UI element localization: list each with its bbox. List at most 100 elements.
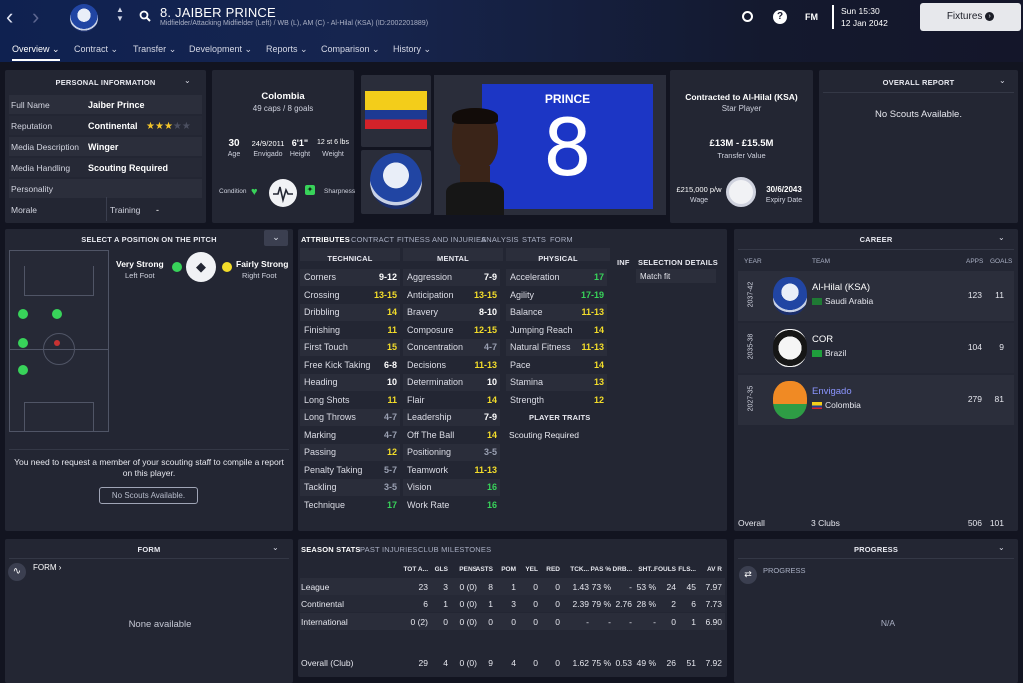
no-scouts-button[interactable]: No Scouts Available. xyxy=(99,487,198,504)
career-team[interactable]: COR xyxy=(812,334,833,345)
tab-development[interactable]: Development ⌄ xyxy=(189,44,252,55)
attribute-tab-analysis[interactable]: ANALYSIS xyxy=(481,235,519,244)
help-icon[interactable]: ? xyxy=(773,10,787,24)
attribute-name: Flair xyxy=(407,394,425,405)
contract-dial-icon[interactable] xyxy=(726,177,756,207)
season-row-name: League xyxy=(301,582,330,592)
chevron-right-icon: › xyxy=(985,11,995,21)
career-overall-goals: 101 xyxy=(989,518,1004,528)
chevron-down-icon[interactable]: ⌄ xyxy=(272,543,279,552)
dob-value: 24/9/2011 xyxy=(251,139,285,148)
tab-history[interactable]: History ⌄ xyxy=(393,44,431,55)
career-overall-label: Overall xyxy=(738,518,765,528)
club-badge-icon[interactable] xyxy=(70,4,98,32)
attribute-name: Bravery xyxy=(407,307,439,317)
fitness-pulse-icon[interactable] xyxy=(268,178,298,208)
nation-name: Colombia xyxy=(261,91,305,102)
club-badge-icon xyxy=(773,381,807,419)
form-link[interactable]: FORM › xyxy=(33,563,61,572)
player-switch-icon[interactable]: ▲ ▼ xyxy=(116,5,124,23)
training-label: Training xyxy=(110,205,141,215)
transfer-value: £13M - £15.5M xyxy=(709,138,774,149)
attribute-value: 5-7 xyxy=(383,464,397,475)
attribute-value: 7-9 xyxy=(483,272,497,282)
fm-menu-icon[interactable]: FM xyxy=(805,12,818,22)
fixtures-label: Fixtures xyxy=(946,11,983,22)
selection-details-value: Match fit xyxy=(640,272,671,281)
attribute-name: Balance xyxy=(510,307,543,317)
personal-info-header: PERSONAL INFORMATION xyxy=(55,78,156,87)
fixtures-button[interactable]: Fixtures › xyxy=(920,3,1021,31)
pitch-graphic[interactable] xyxy=(9,250,109,432)
nation-flag-icon xyxy=(812,350,822,358)
season-cell: 6.90 xyxy=(705,617,722,627)
search-icon[interactable] xyxy=(139,10,151,22)
shirt-number: 8 xyxy=(542,104,593,194)
career-goals: 11 xyxy=(995,290,1004,300)
attribute-tab-contract[interactable]: CONTRACT xyxy=(351,235,394,244)
squad-status: Star Player xyxy=(721,104,762,113)
position-dot-wb-l[interactable] xyxy=(18,309,28,319)
form-divider xyxy=(9,558,289,559)
career-team[interactable]: Envigado xyxy=(812,386,852,397)
attribute-name: Aggression xyxy=(407,272,453,282)
attribute-tab-fitness-and-injuries[interactable]: FITNESS AND INJURIES xyxy=(397,235,486,244)
progress-value: N/A xyxy=(880,618,896,628)
attribute-value: 12-15 xyxy=(473,324,497,335)
back-arrow-icon[interactable]: ‹ xyxy=(6,4,13,30)
chevron-down-icon[interactable]: ⌄ xyxy=(998,543,1005,552)
chevron-down-icon[interactable]: ⌄ xyxy=(184,76,191,85)
left-foot-dot xyxy=(172,262,182,272)
career-team[interactable]: Al-Hilal (KSA) xyxy=(812,282,870,293)
position-dropdown-button[interactable]: ⌄ xyxy=(264,230,288,246)
season-cell: 0 xyxy=(443,617,448,627)
attribute-value: 11-13 xyxy=(474,359,497,370)
career-goals: 81 xyxy=(994,394,1004,404)
attribute-name: Tackling xyxy=(304,482,337,492)
tab-contract[interactable]: Contract ⌄ xyxy=(74,44,118,55)
chevron-down-icon[interactable]: ⌄ xyxy=(999,76,1006,85)
attribute-tab-stats[interactable]: STATS xyxy=(522,235,546,244)
attribute-value: 17-19 xyxy=(580,289,604,300)
position-dot-am-l[interactable] xyxy=(52,309,62,319)
attribute-name: Agility xyxy=(510,289,535,300)
career-nation-label: Colombia xyxy=(825,400,861,410)
tab-comparison[interactable]: Comparison ⌄ xyxy=(321,44,380,55)
attribute-tab-attributes[interactable]: ATTRIBUTES xyxy=(301,235,350,244)
reputation-star-icon: ★ xyxy=(154,121,164,132)
form-panel xyxy=(5,539,293,683)
attribute-tab-form[interactable]: FORM xyxy=(550,235,573,244)
season-tab-season-stats[interactable]: SEASON STATS xyxy=(301,545,361,554)
season-cell: 3 xyxy=(443,582,448,592)
career-years: 2037-42 xyxy=(747,281,755,308)
attribute-name: Leadership xyxy=(407,412,452,422)
attribute-name: Jumping Reach xyxy=(510,324,573,335)
tab-overview[interactable]: Overview ⌄ xyxy=(12,44,60,61)
position-dot-current[interactable] xyxy=(54,340,60,346)
progress-link[interactable]: PROGRESS xyxy=(763,566,806,575)
season-tab-club-milestones[interactable]: CLUB MILESTONES xyxy=(418,545,491,554)
age-value: 30 xyxy=(228,138,240,149)
chevron-down-icon[interactable]: ⌄ xyxy=(998,233,1005,242)
career-col-apps: APPS xyxy=(966,258,984,265)
season-cell: 7.97 xyxy=(705,582,722,592)
reputation-stars: ★★★★★ xyxy=(146,121,191,132)
tab-transfer[interactable]: Transfer ⌄ xyxy=(133,44,176,55)
left-foot-value: Very Strong xyxy=(116,259,164,269)
attribute-value: 6-8 xyxy=(383,359,397,370)
attribute-name: Teamwork xyxy=(407,464,449,475)
player-traits-value: Scouting Required xyxy=(509,430,579,440)
position-dot-ml[interactable] xyxy=(18,338,28,348)
trophy-icon[interactable] xyxy=(742,11,753,22)
season-tab-past-injuries[interactable]: PAST INJURIES xyxy=(360,545,418,554)
tab-reports[interactable]: Reports ⌄ xyxy=(266,44,308,55)
attribute-name: Off The Ball xyxy=(407,429,455,440)
attribute-name: First Touch xyxy=(304,342,348,352)
forward-arrow-icon[interactable]: › xyxy=(32,4,39,30)
position-dot-dm-l[interactable] xyxy=(18,365,28,375)
attribute-value: 3-5 xyxy=(483,447,497,457)
career-overall-clubs: 3 Clubs xyxy=(811,518,840,528)
attribute-name: Composure xyxy=(407,324,454,335)
attribute-value: 4-7 xyxy=(383,412,397,422)
boots-icon: ◆ xyxy=(186,252,216,282)
